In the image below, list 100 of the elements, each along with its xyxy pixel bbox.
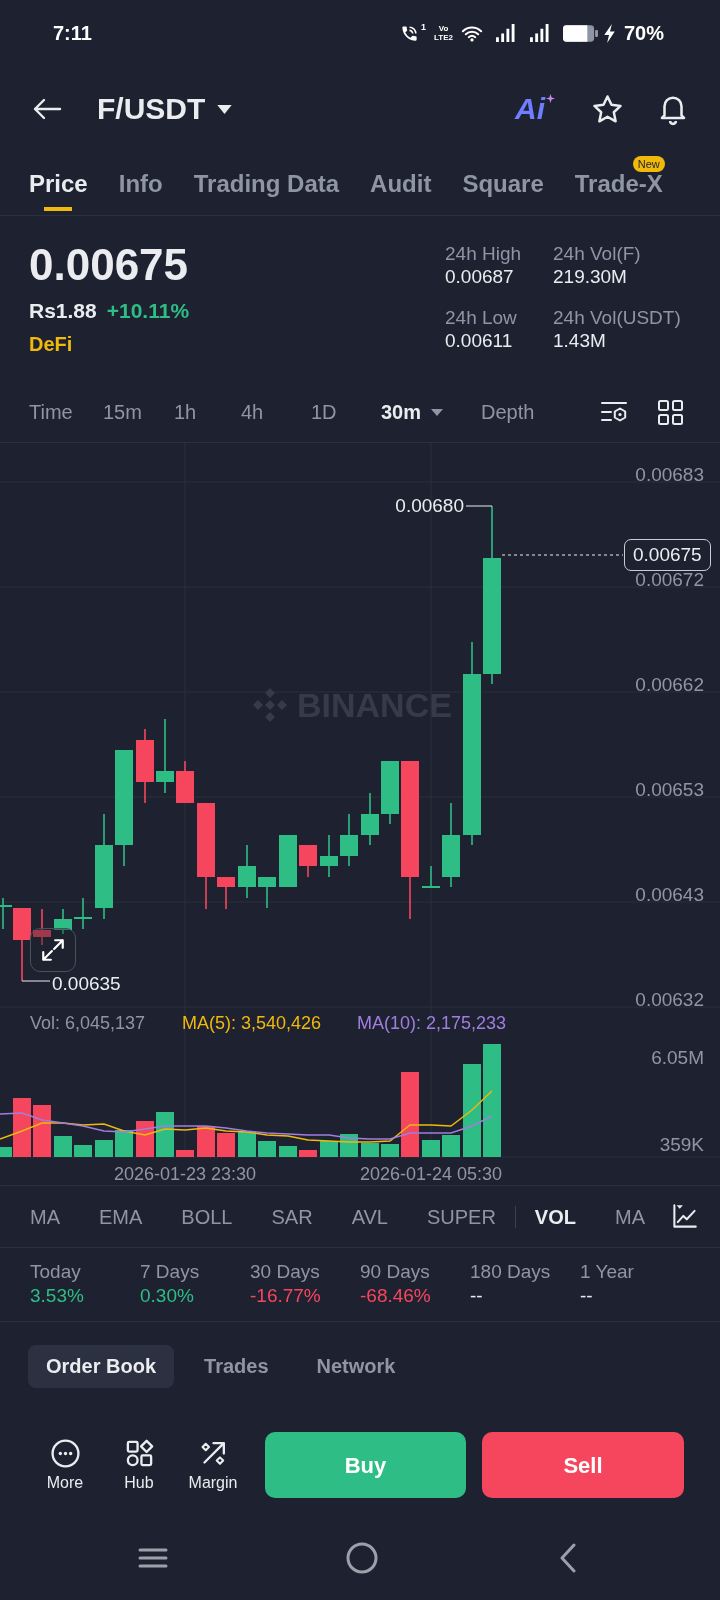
tab[interactable]: Square	[462, 152, 544, 215]
volume-bar	[74, 1145, 92, 1157]
period-label: 7 Days	[140, 1261, 200, 1283]
indicator-tab[interactable]: AVL	[351, 1206, 388, 1227]
action-button[interactable]: Hub	[106, 1437, 172, 1493]
volume-bar	[442, 1135, 460, 1157]
period-change: 0.30%	[140, 1284, 194, 1308]
tab[interactable]: Info	[118, 152, 163, 215]
period-change: -68.46%	[360, 1284, 431, 1308]
wifi-icon	[460, 24, 483, 42]
price-change: +10.11%	[106, 300, 190, 322]
interval-tab[interactable]: 4h	[241, 402, 264, 422]
more-dots-icon	[49, 1437, 81, 1469]
pair-selector[interactable]: F/USDT	[97, 94, 233, 124]
menu-icon[interactable]	[138, 1547, 168, 1569]
back-icon[interactable]	[559, 1543, 577, 1573]
home-icon[interactable]	[346, 1542, 378, 1574]
star-icon[interactable]	[591, 92, 624, 126]
rising-candle	[238, 844, 256, 899]
interval-tab[interactable]: 15m	[103, 402, 142, 422]
action-button[interactable]: Margin	[180, 1437, 246, 1493]
period-change: 3.53%	[30, 1284, 84, 1308]
leader-line	[21, 980, 51, 982]
tab[interactable]: Audit	[370, 152, 432, 215]
interval-tab[interactable]: 1D	[311, 402, 337, 422]
stat-value: 0.00611	[445, 329, 513, 353]
volume-bar	[320, 1141, 338, 1157]
sector-tag[interactable]: DeFi	[29, 334, 73, 354]
period-label: 180 Days	[470, 1261, 551, 1283]
interval-tab[interactable]: Time	[29, 402, 73, 422]
rising-candle	[74, 897, 92, 930]
indicator-tab[interactable]: MA	[615, 1206, 645, 1227]
stat-label: 24h Vol(F)	[553, 243, 641, 265]
falling-candle	[299, 844, 317, 878]
charging-bolt-icon	[603, 23, 615, 43]
fiat-price: Rs1.88	[29, 300, 97, 322]
expand-chart-button[interactable]	[30, 928, 76, 972]
rising-candle	[361, 792, 379, 846]
volume-bar	[279, 1146, 297, 1157]
tab[interactable]: Trading Data	[193, 152, 340, 215]
price-axis-label: 0.00662	[635, 676, 704, 694]
stat-label: 24h Vol(USDT)	[553, 307, 681, 329]
high-price-label: 0.00680	[395, 497, 464, 515]
volume-bar	[156, 1112, 174, 1157]
volume-bar	[217, 1133, 235, 1157]
period-label: 1 Year	[580, 1261, 634, 1283]
battery-percent: 70%	[623, 23, 664, 43]
interval-tab[interactable]: 30m	[381, 402, 444, 422]
volume-bar	[115, 1130, 133, 1157]
clock-time: 7:11	[53, 23, 92, 43]
stat-value: 1.43M	[553, 329, 606, 353]
period-change: --	[580, 1284, 593, 1308]
time-axis-label: 2026-01-23 23:30	[113, 1165, 257, 1183]
stat-value: 0.00687	[445, 265, 514, 289]
back-arrow-icon[interactable]	[32, 97, 62, 121]
period-change: --	[470, 1284, 483, 1308]
volume-bar	[33, 1105, 51, 1157]
panel-tab[interactable]: Network	[298, 1344, 414, 1388]
time-axis-label: 2026-01-24 05:30	[359, 1165, 503, 1183]
legend-label: Vol: 6,045,137	[30, 1013, 146, 1033]
tab[interactable]: Price	[29, 152, 88, 215]
battery-icon	[562, 24, 598, 42]
indicator-tab[interactable]: BOLL	[181, 1206, 233, 1227]
ai-assistant-button[interactable]: Ai	[515, 94, 555, 124]
indicator-tab[interactable]: SAR	[271, 1206, 313, 1227]
volume-bar	[54, 1136, 72, 1157]
price-axis-label: 0.00632	[635, 991, 704, 1009]
indicator-tab[interactable]: VOL	[534, 1206, 576, 1227]
expand-icon	[40, 937, 66, 963]
line-chart-icon[interactable]	[671, 1203, 698, 1230]
price-axis-label: 0.00653	[635, 781, 704, 799]
rising-candle	[320, 834, 338, 878]
volume-bar	[238, 1131, 256, 1157]
indicator-tab[interactable]: EMA	[99, 1206, 143, 1227]
rising-candle	[54, 908, 72, 935]
indicator-tab[interactable]: SUPER	[426, 1206, 496, 1227]
volume-bar	[258, 1141, 276, 1157]
signal-strength-icon	[529, 24, 549, 42]
interval-tab[interactable]: 1h	[174, 402, 197, 422]
caret-down-icon	[217, 104, 233, 114]
panel-tab[interactable]: Trades	[186, 1344, 287, 1388]
grid-layout-icon[interactable]	[658, 399, 683, 425]
panel-tab[interactable]: Order Book	[28, 1344, 175, 1388]
volume-axis-label: 359K	[659, 1136, 704, 1154]
period-label: 30 Days	[250, 1261, 320, 1283]
low-price-label: 0.00635	[52, 975, 121, 993]
legend-label: MA(5): 3,540,426	[182, 1013, 322, 1033]
volume-bar	[95, 1140, 113, 1157]
rising-candle	[340, 813, 358, 867]
phone-call-icon	[400, 23, 419, 43]
price-axis-label: 0.00683	[635, 466, 704, 484]
stat-label: 24h High	[445, 243, 522, 265]
indicator-tab[interactable]: MA	[30, 1206, 60, 1227]
sell-button[interactable]: Sell	[482, 1432, 684, 1498]
sim-slot-number: 1	[421, 22, 426, 32]
chart-settings-icon[interactable]	[600, 400, 628, 424]
rising-candle	[279, 834, 297, 888]
interval-tab[interactable]: Depth	[481, 402, 535, 422]
action-button[interactable]: More	[32, 1437, 98, 1493]
rising-candle	[381, 760, 399, 825]
